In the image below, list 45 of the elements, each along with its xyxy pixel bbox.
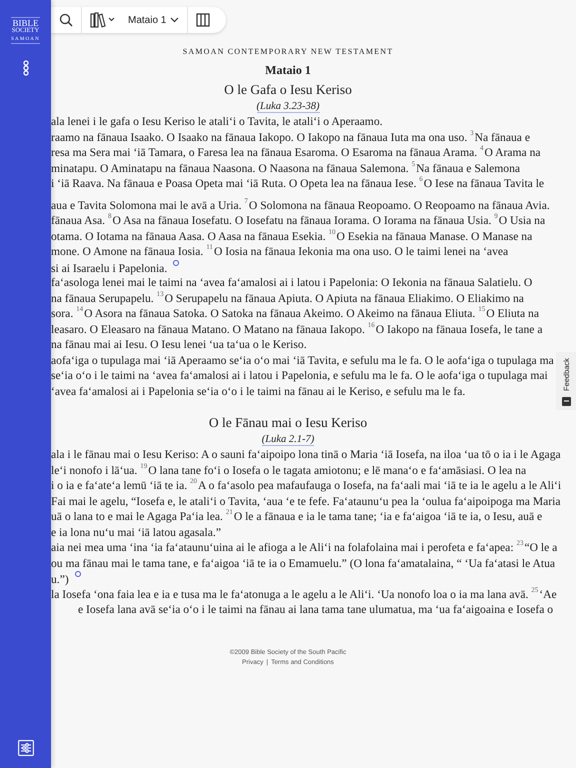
verse-text: leasaro. O Eleasaro na fānaua Matano. O Matano na fānaua Iakopo. $^{16}$O Iakopo na fānaua Iosefa, le tane a (51, 322, 542, 336)
verse-text: i o ia e fa‘ate‘a lemū ‘iā te ia. $^{20}$A o fa‘asolo pea mafaufauga o Iosefa, na fa‘aali mai ‘iā te ia le agelu a le Ali‘i (51, 479, 562, 492)
section-heading: O le Fānau mai o Iesu Keriso (208, 415, 368, 431)
verse-text: ala i le fānau mai o Iesu Keriso: A o sauni fa‘aipoipo lona tinā o Maria ‘iā Iosefa, na iloa ‘ua tō o ia i le Agaga (51, 448, 561, 461)
cross-reference-link[interactable]: (Luka 2.1-7) (262, 434, 314, 446)
verse-text: ou ma fānau mai le tama tane, e fa‘aigoa ‘iā te ia o Emamuelu.” (O lona fa‘amatalaina, “ ‘Ua fa‘atasi le Atua (51, 556, 556, 570)
verse-text: la Iosefa ‘ona faia lea e ia e tusa ma le fa‘atonuga a le agelu a le Ali‘i. ‘Ua nonofo loa o ia ma lana avā. $^{25}$‘Ae (51, 588, 557, 600)
verse-text: ala lenei i le gafa o Iesu Keriso le atali‘i o Tavita, le atali‘i o Aperaamo. (51, 115, 383, 128)
verse-text: e Iosefa lana avā se‘ia o‘o i le taimi na fānau ai lana tama tane ulumatua, ma ‘ua fa‘aigoaina e Iosefa o (78, 603, 554, 616)
verse-text: Fai mai le agelu, “Iosefa e, le atali‘i o Tavita, ‘aua ‘e te fefe. Fa‘ataunu‘u pea la ‘oulua fa‘aipoipoga ma Maria (51, 494, 561, 508)
verse-text: e ia lona nu‘u mai ‘iā latou agasala.” (51, 526, 221, 538)
verse-text: raamo na fānaua Isaako. O Isaako na fānaua Iakopo. O Iakopo na fānaua Iuta ma ona uso. $^{3}$Na fānaua e (51, 130, 530, 144)
footnote-marker[interactable] (173, 260, 180, 266)
more-icon[interactable] (22, 60, 30, 76)
verse-text: mone. O Amone na fānaua Iosia. $^{11}$O Iosia na fānaua Iekonia ma ona uso. O le taimi lenei na ‘avea (51, 245, 508, 258)
chapter-title: Mataio 1 (265, 63, 311, 78)
footnote-marker[interactable] (74, 571, 81, 577)
chat-icon (562, 397, 570, 406)
verse-text: se‘ia o‘o i le taimi na ‘avea fa‘amalosi ai i latou i Papelonia, e sefulu ma le fa. O le aofa‘iga o tupulaga mai (51, 369, 548, 382)
verse-text: aofa‘iga o tupulaga mai ‘iā Aperaamo se‘ia o‘o mai ‘iā Tavita, e sefulu ma le fa. O le aofa‘iga o tupulaga ma (51, 354, 554, 366)
verse-text: u.”) (51, 573, 69, 586)
verse-text: le‘i nonofo i lā‘ua. $^{19}$O lana tane fo‘i o Iosefa o le tagata amiotonu; e lē mana‘o e fa‘amāsiasi. O lea na (51, 464, 526, 476)
verse-text: aua e Tavita Solomona mai le avā a Uria. $^{7}$O Solomona na fānaua Reopoamo. O Reopoamo na fānaua Avia. (51, 198, 550, 212)
verse-text: aia nei mea uma ‘ina ‘ia fa‘ataunu‘uina ai le afioga a le Ali‘i na folafolaina mai i perofeta e fa‘apea: $^{23}$“O le a (51, 541, 558, 554)
verse-text: otama. O Iotama na fānaua Aasa. O Aasa na fānaua Esekia. $^{10}$O Esekia na fānaua Manase. O Manase na (51, 230, 532, 242)
verse-text: fa‘asologa lenei mai le taimi na ‘avea fa‘amalosi ai i latou i Papelonia: O Iekonia na fānaua Salatielu. O (51, 276, 532, 289)
verse-text: ‘avea fa‘amalosi ai i Papelonia se‘ia o‘o i le taimi na fānau ai le Keriso, e sefulu ma le fa. (51, 384, 466, 398)
verse-text: uā o lana to e mai le Agaga Pa‘ia lea. $^{21}$O le a fānaua e ia le tama tane; ‘ia e fa‘aigoa ‘iā te ia, o Iesu, auā e (51, 510, 542, 523)
version-title: SAMOAN CONTEMPORARY NEW TESTAMENT (182, 47, 394, 56)
verse-text: resa ma Sera mai ‘iā Tamara, o Faresa lea na fānaua Esaroma. O Esaroma na fānaua Arama. $^{4}$O Arama na (51, 146, 541, 159)
books-icon (90, 12, 116, 28)
chapter-dropdown[interactable]: Mataio 1 (124, 7, 188, 33)
columns-icon (196, 13, 210, 27)
section-heading: O le Gafa o Iesu Keriso (224, 82, 352, 98)
verse-text: na fānaua Serupapelu. $^{13}$O Serupapelu na fānaua Apiuta. O Apiuta na fānaua Eliakimo. O Eliakimo na (51, 292, 524, 304)
verse-text: fānaua Asa. $^{8}$O Asa na fānaua Iosefatu. O Iosefatu na fānaua Iorama. O Iorama na fānaua Usia. $^{9}$O Usia na (51, 214, 546, 227)
cross-reference-link[interactable]: (Luka 3.23-38) (256, 101, 320, 113)
verse-text: i ‘iā Raava. Na fānaua e Poasa Opeta mai ‘iā Ruta. O Opeta lea na fānaua Iese. $^{6}$O Iese na fānaua Tavita le (51, 177, 544, 190)
verse-text: sora. $^{14}$O Asora na fānaua Satoka. O Satoka na fānaua Akeimo. O Akeimo na fānaua Eliuta. $^{15}$O Eliuta na (51, 307, 539, 320)
chevron-down-icon (170, 17, 180, 23)
search-icon (59, 13, 73, 27)
verse-text: si ai Isaraelu i Papelonia. (51, 262, 168, 274)
verse-text: na fānau mai ai Iesu. O Iesu lenei ‘ua ta‘ua o le Keriso. (51, 338, 307, 351)
settings-icon[interactable] (18, 740, 34, 756)
verse-text: minatapu. O Aminatapu na fānaua Naasona. O Naasona na fānaua Salemona. $^{5}$Na fānaua e Salemona (51, 162, 520, 174)
